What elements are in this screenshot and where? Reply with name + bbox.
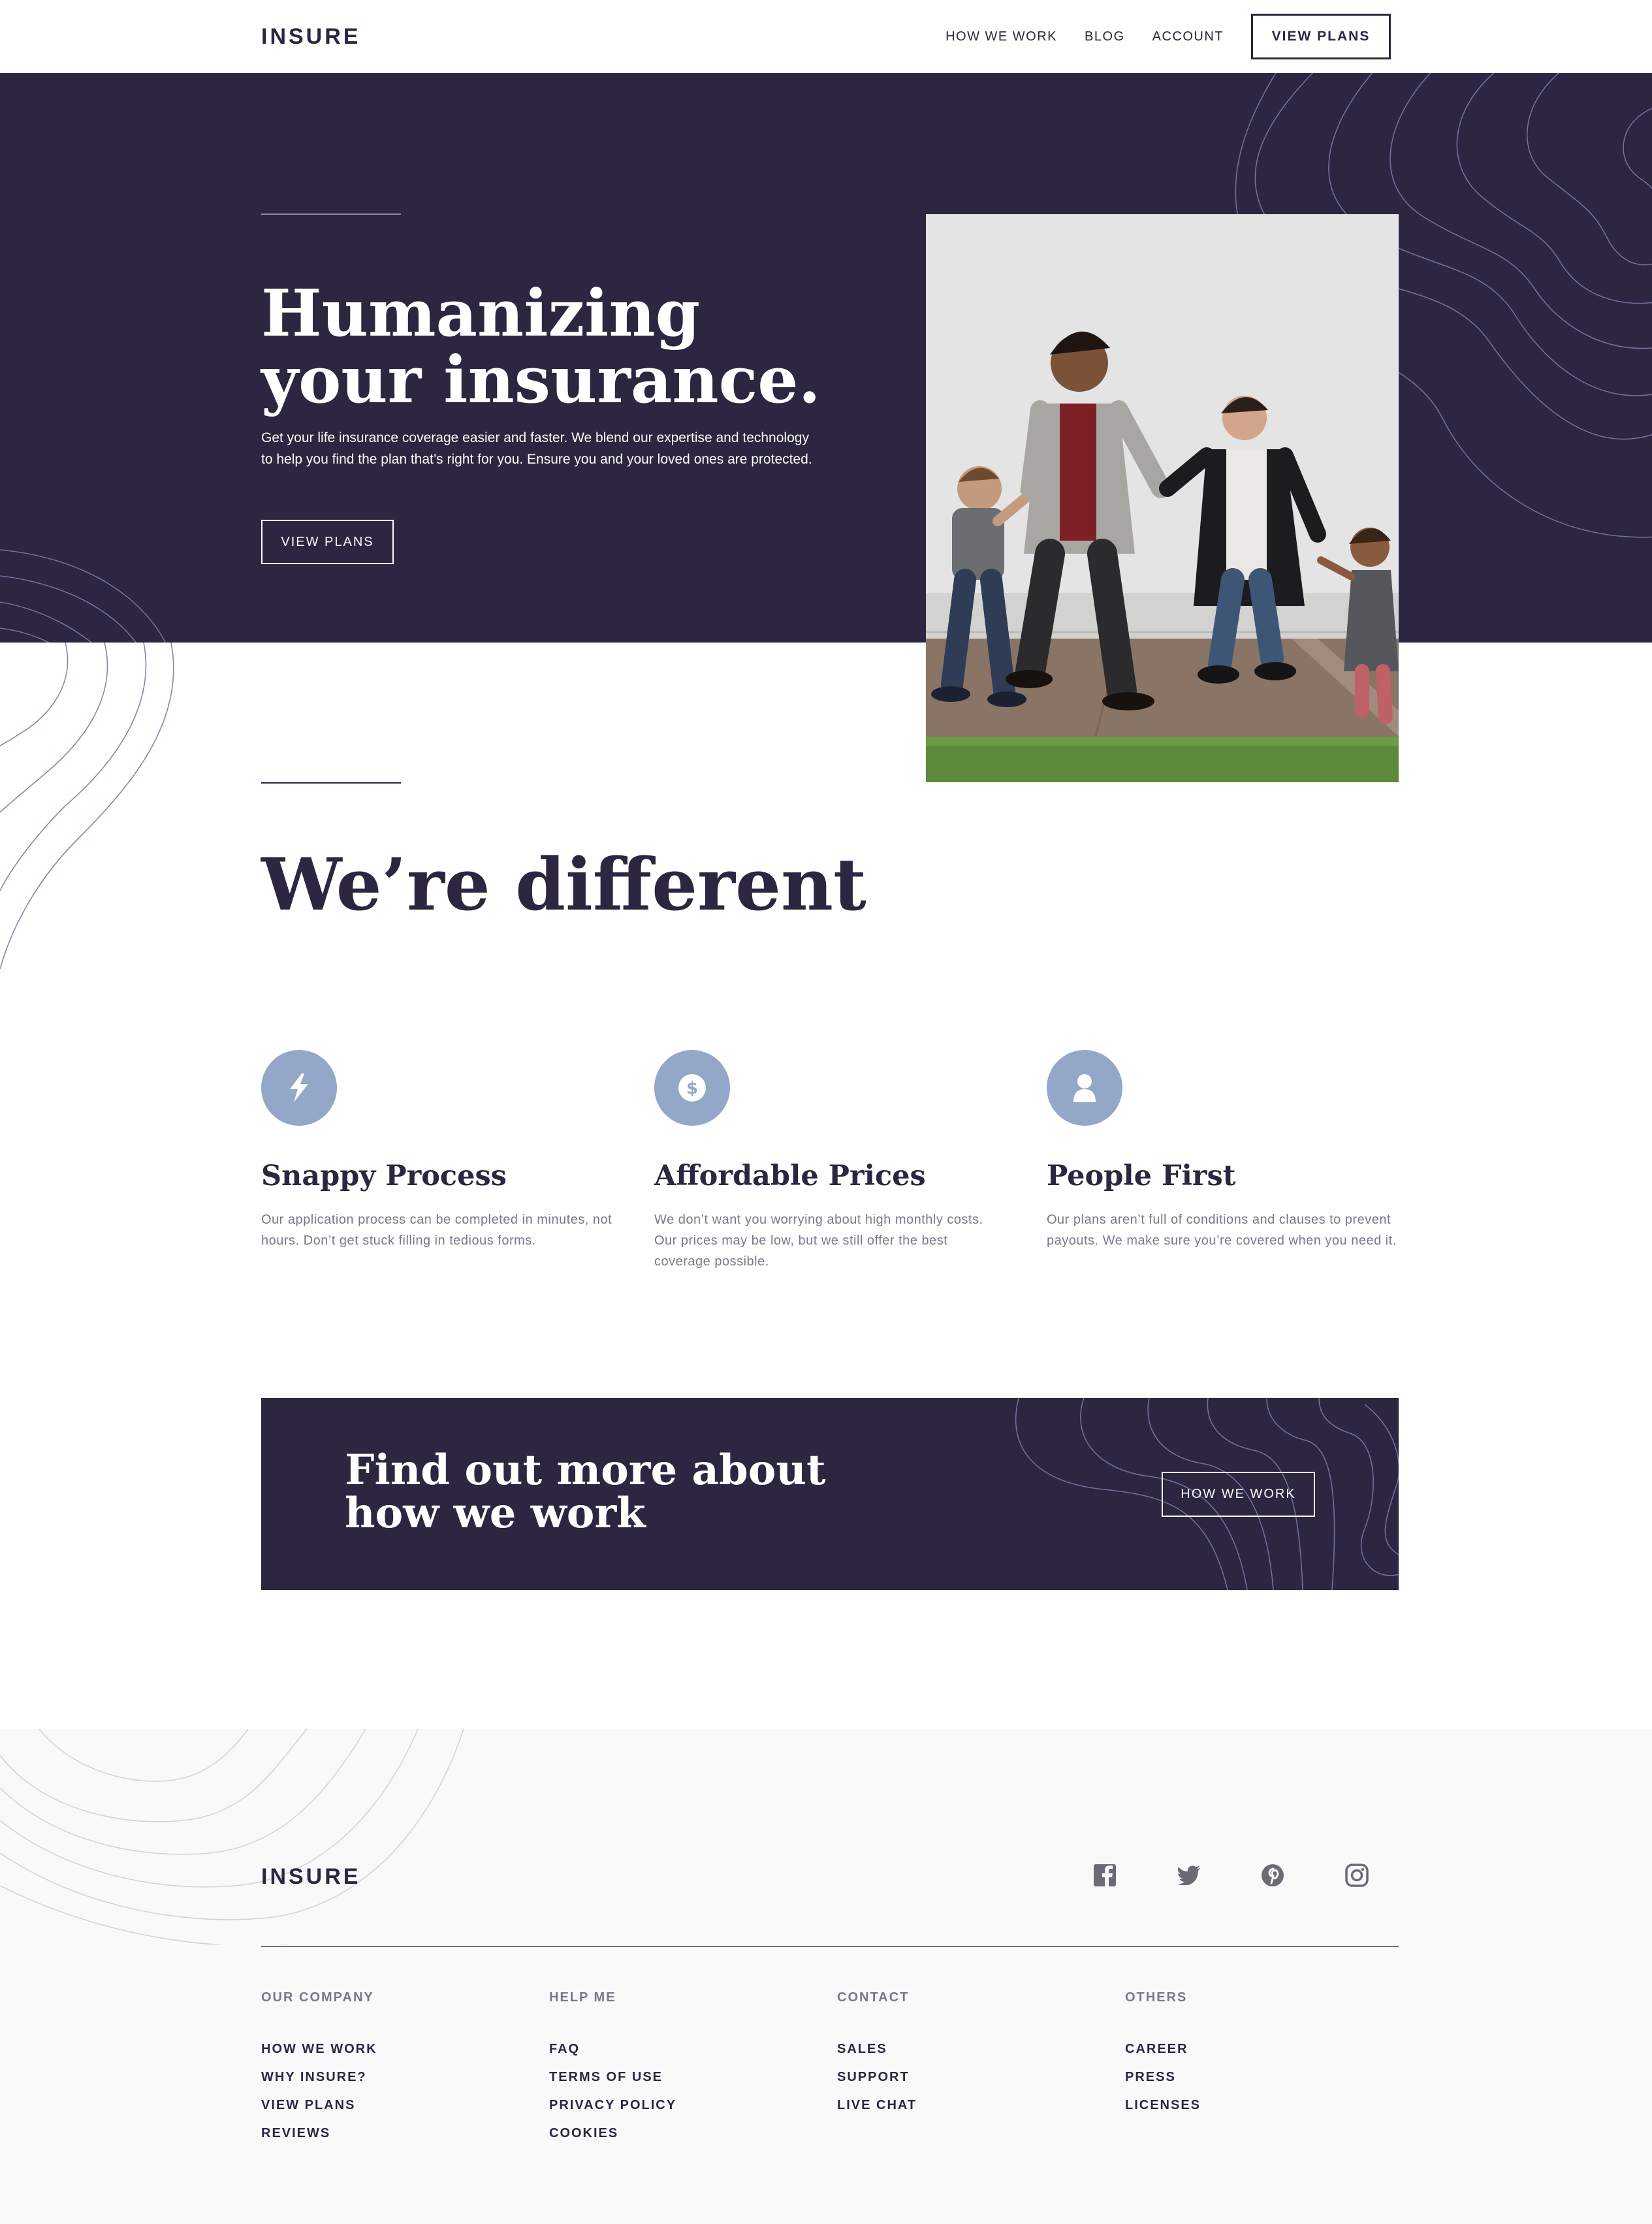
different-title: We’re different: [261, 842, 866, 927]
footer-link[interactable]: FAQ: [549, 2035, 823, 2063]
nav-link-account[interactable]: ACCOUNT: [1152, 29, 1224, 44]
feature-snappy-process: Snappy Process Our application process c…: [261, 1050, 614, 1251]
footer-link[interactable]: PRIVACY POLICY: [549, 2091, 823, 2120]
footer-link[interactable]: SUPPORT: [837, 2063, 1111, 2091]
feature-title: Affordable Prices: [654, 1160, 926, 1192]
feature-people-first: People First Our plans aren’t full of co…: [1047, 1050, 1399, 1251]
lightning-icon: [261, 1050, 337, 1126]
footer-column-contact: CONTACT SALES SUPPORT LIVE CHAT: [837, 1990, 1111, 2120]
footer-link[interactable]: HOW WE WORK: [261, 2035, 535, 2063]
footer-column-heading: OTHERS: [1125, 1990, 1188, 2005]
footer-divider: [261, 1946, 1399, 1947]
footer-link[interactable]: REVIEWS: [261, 2120, 535, 2148]
instagram-icon[interactable]: [1341, 1860, 1373, 1891]
hero-view-plans-button[interactable]: VIEW PLANS: [261, 520, 394, 564]
twitter-icon[interactable]: [1173, 1860, 1205, 1891]
feature-text: Our plans aren’t full of conditions and …: [1047, 1213, 1397, 1248]
nav-link-blog[interactable]: BLOG: [1085, 29, 1125, 44]
feature-text: We don’t want you worrying about high mo…: [654, 1213, 983, 1269]
footer-column-our-company: OUR COMPANY HOW WE WORK WHY INSURE? VIEW…: [261, 1990, 535, 2148]
footer-link[interactable]: PRESS: [1125, 2063, 1399, 2091]
footer-link[interactable]: LICENSES: [1125, 2091, 1399, 2120]
footer-link-list: SALES SUPPORT LIVE CHAT: [837, 2035, 1111, 2120]
hero-section: Humanizing your insurance. Get your life…: [0, 73, 1652, 643]
how-we-work-banner: Find out more about how we work HOW WE W…: [261, 1398, 1399, 1590]
feature-text: Our application process can be completed…: [261, 1213, 612, 1248]
logo-text: INSURE: [261, 1864, 361, 1889]
family-walking-illustration: [926, 214, 1399, 782]
different-accent-line: [261, 782, 401, 784]
feature-title: People First: [1047, 1160, 1236, 1192]
footer-link[interactable]: LIVE CHAT: [837, 2091, 1111, 2120]
site-logo[interactable]: INSURE: [261, 22, 360, 51]
facebook-icon[interactable]: [1089, 1860, 1120, 1891]
topography-pattern-footer: [0, 1729, 464, 1945]
svg-text:$: $: [686, 1079, 698, 1098]
feature-affordable-prices: $ Affordable Prices We don’t want you wo…: [654, 1050, 1007, 1272]
footer-column-heading: CONTACT: [837, 1990, 910, 2005]
footer-link[interactable]: SALES: [837, 2035, 1111, 2063]
cta-title: Find out more about how we work: [345, 1446, 826, 1538]
pinterest-icon[interactable]: [1257, 1860, 1288, 1891]
footer-column-others: OTHERS CAREER PRESS LICENSES: [1125, 1990, 1399, 2120]
view-plans-button[interactable]: VIEW PLANS: [1251, 14, 1391, 59]
how-we-work-button[interactable]: HOW WE WORK: [1162, 1472, 1315, 1517]
hero-title: Humanizing your insurance.: [261, 276, 821, 418]
footer-link[interactable]: COOKIES: [549, 2120, 823, 2148]
footer-logo[interactable]: INSURE: [261, 1862, 360, 1891]
hero-description: Get your life insurance coverage easier …: [261, 430, 812, 467]
footer-link[interactable]: VIEW PLANS: [261, 2091, 535, 2120]
main-nav: HOW WE WORK BLOG ACCOUNT VIEW PLANS: [945, 14, 1391, 59]
family-photo: [926, 214, 1399, 782]
footer-link-list: CAREER PRESS LICENSES: [1125, 2035, 1399, 2120]
logo-text: INSURE: [261, 24, 361, 49]
footer-link[interactable]: CAREER: [1125, 2035, 1399, 2063]
footer-link[interactable]: WHY INSURE?: [261, 2063, 535, 2091]
footer-column-help-me: HELP ME FAQ TERMS OF USE PRIVACY POLICY …: [549, 1990, 823, 2148]
site-footer: INSURE OUR COMPANY HOW WE WORK WHY INSUR…: [0, 1729, 1652, 2224]
footer-link-list: FAQ TERMS OF USE PRIVACY POLICY COOKIES: [549, 2035, 823, 2148]
nav-link-how-we-work[interactable]: HOW WE WORK: [945, 29, 1057, 44]
footer-link-list: HOW WE WORK WHY INSURE? VIEW PLANS REVIE…: [261, 2035, 535, 2148]
topography-pattern-left-lower: [0, 643, 174, 970]
hero-accent-line: [261, 214, 401, 215]
footer-column-heading: HELP ME: [549, 1990, 616, 2005]
site-header: INSURE HOW WE WORK BLOG ACCOUNT VIEW PLA…: [0, 0, 1652, 73]
person-icon: [1047, 1050, 1122, 1126]
feature-title: Snappy Process: [261, 1160, 507, 1192]
footer-link[interactable]: TERMS OF USE: [549, 2063, 823, 2091]
footer-column-heading: OUR COMPANY: [261, 1990, 374, 2005]
dollar-icon: $: [654, 1050, 730, 1126]
topography-pattern-left: [0, 549, 167, 643]
